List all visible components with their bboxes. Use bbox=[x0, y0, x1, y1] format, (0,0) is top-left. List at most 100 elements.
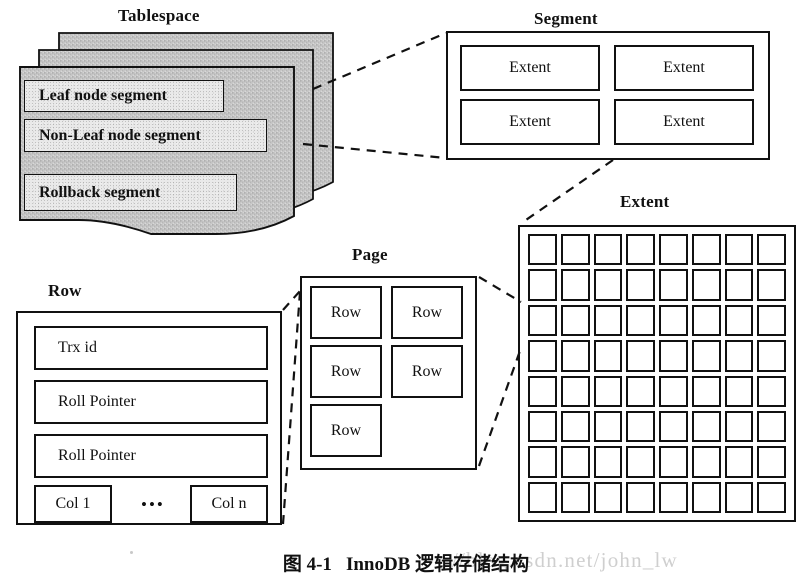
extent-page-cell[interactable] bbox=[724, 234, 754, 266]
extent-page-cell[interactable] bbox=[691, 340, 721, 372]
extent-page-cell[interactable] bbox=[691, 234, 721, 266]
page-row-3-label: Row bbox=[330, 362, 362, 380]
row-field-trx-id[interactable]: Trx id bbox=[34, 326, 268, 370]
extent-page-cell[interactable] bbox=[626, 446, 655, 478]
extent-page-cell[interactable] bbox=[593, 481, 623, 513]
connector-page-extent-bottom bbox=[477, 347, 523, 467]
extent-page-cell[interactable] bbox=[724, 269, 754, 301]
page-row-4-label: Row bbox=[411, 362, 443, 380]
segment-extent-3[interactable]: Extent bbox=[460, 99, 600, 145]
extent-page-cell[interactable] bbox=[626, 234, 655, 266]
row-field-trx-id-label: Trx id bbox=[58, 339, 97, 356]
extent-page-cell[interactable] bbox=[691, 304, 721, 337]
extent-page-cell[interactable] bbox=[691, 446, 721, 478]
extent-page-cell[interactable] bbox=[757, 481, 786, 513]
extent-page-cell[interactable] bbox=[528, 269, 557, 301]
extent-page-cell[interactable] bbox=[593, 234, 623, 266]
extent-page-cell[interactable] bbox=[724, 340, 754, 372]
extent-page-cell[interactable] bbox=[528, 481, 557, 513]
extent-page-cell[interactable] bbox=[528, 304, 557, 337]
extent-page-cell[interactable] bbox=[560, 304, 590, 337]
extent-page-cell[interactable] bbox=[757, 269, 786, 301]
page-label: Page bbox=[352, 245, 388, 264]
extent-page-cell[interactable] bbox=[528, 446, 557, 478]
page-row-5[interactable]: Row bbox=[310, 404, 382, 457]
extent-box bbox=[518, 225, 796, 522]
page-row-3[interactable]: Row bbox=[310, 345, 382, 398]
row-column-last[interactable]: Col n bbox=[190, 485, 268, 523]
row-field-roll-pointer-2-label: Roll Pointer bbox=[58, 447, 136, 464]
segment-extent-4[interactable]: Extent bbox=[614, 99, 754, 145]
extent-page-cell[interactable] bbox=[724, 446, 754, 478]
row-column-first[interactable]: Col 1 bbox=[34, 485, 112, 523]
extent-page-cell[interactable] bbox=[560, 410, 590, 443]
extent-page-cell[interactable] bbox=[659, 304, 688, 337]
extent-page-cell[interactable] bbox=[757, 446, 786, 478]
segment-extent-1-label: Extent bbox=[509, 59, 551, 76]
segment-group: Segment Extent Extent Extent Extent bbox=[0, 0, 812, 200]
extent-page-cell[interactable] bbox=[560, 481, 590, 513]
page-row-1-label: Row bbox=[330, 303, 362, 321]
extent-page-cell[interactable] bbox=[724, 375, 754, 407]
extent-page-cell[interactable] bbox=[560, 446, 590, 478]
figure-caption: 图 4-1 InnoDB 逻辑存储结构 bbox=[0, 549, 812, 576]
extent-page-cell[interactable] bbox=[659, 234, 688, 266]
extent-page-cell[interactable] bbox=[659, 410, 688, 443]
segment-label: Segment bbox=[534, 9, 598, 28]
extent-page-cell[interactable] bbox=[560, 375, 590, 407]
extent-label: Extent bbox=[620, 192, 670, 211]
extent-page-cell[interactable] bbox=[560, 340, 590, 372]
segment-extent-1[interactable]: Extent bbox=[460, 45, 600, 91]
extent-page-cell[interactable] bbox=[560, 234, 590, 266]
extent-page-cell[interactable] bbox=[691, 410, 721, 443]
extent-page-cell[interactable] bbox=[724, 304, 754, 337]
page-row-5-label: Row bbox=[330, 421, 362, 439]
extent-page-cell[interactable] bbox=[528, 375, 557, 407]
extent-page-cell[interactable] bbox=[691, 375, 721, 407]
page-row-1[interactable]: Row bbox=[310, 286, 382, 339]
extent-page-cell[interactable] bbox=[528, 340, 557, 372]
extent-page-cell[interactable] bbox=[757, 234, 786, 266]
segment-extent-3-label: Extent bbox=[509, 113, 551, 130]
extent-page-cell[interactable] bbox=[757, 304, 786, 337]
connector-row-page-bottom bbox=[281, 291, 302, 525]
extent-page-cell[interactable] bbox=[691, 269, 721, 301]
segment-extent-2-label: Extent bbox=[663, 59, 705, 76]
row-column-first-label: Col 1 bbox=[55, 495, 91, 512]
row-label: Row bbox=[48, 281, 82, 300]
page-row-2-label: Row bbox=[411, 303, 443, 321]
extent-page-cell[interactable] bbox=[659, 269, 688, 301]
extent-page-cell[interactable] bbox=[626, 410, 655, 443]
extent-page-cell[interactable] bbox=[626, 375, 655, 407]
extent-page-cell[interactable] bbox=[560, 269, 590, 301]
extent-page-cell[interactable] bbox=[593, 375, 623, 407]
extent-page-cell[interactable] bbox=[626, 304, 655, 337]
row-field-roll-pointer-1-label: Roll Pointer bbox=[58, 393, 136, 410]
extent-page-cell[interactable] bbox=[593, 304, 623, 337]
extent-page-cell[interactable] bbox=[626, 340, 655, 372]
extent-page-cell[interactable] bbox=[757, 410, 786, 443]
extent-page-cell[interactable] bbox=[691, 481, 721, 513]
page-row-2[interactable]: Row bbox=[391, 286, 463, 339]
extent-page-cell[interactable] bbox=[757, 375, 786, 407]
row-field-roll-pointer-2[interactable]: Roll Pointer bbox=[34, 434, 268, 478]
extent-page-cell[interactable] bbox=[757, 340, 786, 372]
extent-page-cell[interactable] bbox=[626, 269, 655, 301]
extent-page-cell[interactable] bbox=[659, 446, 688, 478]
extent-page-cell[interactable] bbox=[593, 340, 623, 372]
extent-page-cell[interactable] bbox=[528, 234, 557, 266]
extent-page-cell[interactable] bbox=[593, 269, 623, 301]
extent-page-cell[interactable] bbox=[724, 481, 754, 513]
extent-page-cell[interactable] bbox=[593, 446, 623, 478]
page-row-4[interactable]: Row bbox=[391, 345, 463, 398]
extent-page-cell[interactable] bbox=[593, 410, 623, 443]
extent-page-cell[interactable] bbox=[528, 410, 557, 443]
figure-canvas: Tablespace Leaf node segment Non-Leaf no… bbox=[0, 0, 812, 583]
row-field-roll-pointer-1[interactable]: Roll Pointer bbox=[34, 380, 268, 424]
extent-page-cell[interactable] bbox=[659, 375, 688, 407]
segment-extent-2[interactable]: Extent bbox=[614, 45, 754, 91]
extent-page-cell[interactable] bbox=[724, 410, 754, 443]
extent-page-cell[interactable] bbox=[626, 481, 655, 513]
extent-page-cell[interactable] bbox=[659, 481, 688, 513]
extent-page-cell[interactable] bbox=[659, 340, 688, 372]
